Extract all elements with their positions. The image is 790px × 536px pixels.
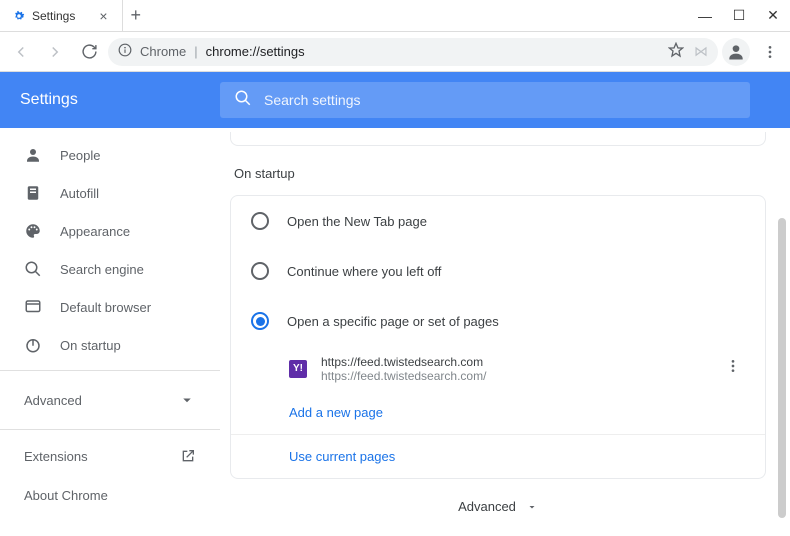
radio-icon — [251, 312, 269, 330]
search-input[interactable] — [264, 92, 736, 108]
address-bar[interactable]: Chrome | chrome://settings ⋈ — [108, 38, 718, 66]
sidebar-item-extensions[interactable]: Extensions — [0, 436, 220, 476]
add-page-link[interactable]: Add a new page — [231, 391, 765, 434]
page-title: Settings — [20, 91, 200, 109]
chevron-down-icon — [178, 391, 196, 409]
tab-title: Settings — [32, 9, 75, 23]
sidebar-divider — [0, 370, 220, 371]
url-text: chrome://settings — [206, 44, 305, 59]
sidebar-item-label: Appearance — [60, 224, 130, 239]
scrollbar-thumb[interactable] — [778, 218, 786, 518]
chrome-menu-button[interactable] — [756, 38, 784, 66]
forward-button[interactable] — [40, 37, 70, 67]
radio-specific-page[interactable]: Open a specific page or set of pages — [231, 296, 765, 346]
gear-icon — [12, 9, 26, 23]
site-info-icon[interactable] — [118, 43, 132, 60]
radio-label: Open a specific page or set of pages — [287, 314, 499, 329]
scrollbar[interactable] — [778, 128, 786, 536]
external-link-icon — [180, 448, 196, 464]
sidebar-item-search-engine[interactable]: Search engine — [0, 250, 220, 288]
radio-icon — [251, 262, 269, 280]
sidebar-item-label: Advanced — [24, 393, 82, 408]
sidebar-item-label: Autofill — [60, 186, 99, 201]
sidebar-advanced-toggle[interactable]: Advanced — [0, 377, 220, 423]
advanced-label: Advanced — [458, 499, 516, 514]
sidebar-item-label: On startup — [60, 338, 121, 353]
sidebar-item-label: Extensions — [24, 449, 88, 464]
star-icon[interactable] — [668, 42, 684, 61]
main-panel: On startup Open the New Tab page Continu… — [220, 128, 790, 536]
sidebar-divider — [0, 429, 220, 430]
browser-tab[interactable]: Settings × — [0, 0, 123, 32]
sidebar-item-about[interactable]: About Chrome — [0, 476, 220, 515]
butterfly-icon[interactable]: ⋈ — [694, 43, 708, 60]
sidebar-item-autofill[interactable]: Autofill — [0, 174, 220, 212]
maximize-button[interactable]: ☐ — [722, 1, 756, 31]
sidebar-item-label: Default browser — [60, 300, 151, 315]
radio-icon — [251, 212, 269, 230]
radio-label: Continue where you left off — [287, 264, 441, 279]
startup-page-row: Y! https://feed.twistedsearch.com https:… — [231, 346, 765, 391]
profile-button[interactable] — [722, 38, 750, 66]
sidebar-item-on-startup[interactable]: On startup — [0, 326, 220, 364]
section-title: On startup — [230, 166, 766, 181]
sidebar-item-people[interactable]: People — [0, 136, 220, 174]
page-title-line: https://feed.twistedsearch.com — [321, 355, 707, 369]
sidebar-item-label: About Chrome — [24, 488, 108, 503]
radio-label: Open the New Tab page — [287, 214, 427, 229]
sidebar: People Autofill Appearance Search engine… — [0, 128, 220, 536]
chevron-down-icon — [526, 501, 538, 513]
page-url-line: https://feed.twistedsearch.com/ — [321, 369, 707, 383]
back-button[interactable] — [6, 37, 36, 67]
sidebar-item-label: Search engine — [60, 262, 144, 277]
close-button[interactable]: ✕ — [756, 1, 790, 31]
tab-close-icon[interactable]: × — [95, 6, 111, 26]
search-icon — [234, 89, 252, 112]
new-tab-button[interactable]: + — [123, 5, 150, 26]
url-scheme: Chrome — [140, 44, 186, 59]
startup-card: Open the New Tab page Continue where you… — [230, 195, 766, 479]
search-settings-box[interactable] — [220, 82, 750, 118]
reload-button[interactable] — [74, 37, 104, 67]
advanced-toggle[interactable]: Advanced — [230, 479, 766, 514]
content: People Autofill Appearance Search engine… — [0, 128, 790, 536]
window-titlebar: Settings × + — ☐ ✕ — [0, 0, 790, 32]
page-favicon: Y! — [289, 360, 307, 378]
radio-new-tab[interactable]: Open the New Tab page — [231, 196, 765, 246]
radio-continue[interactable]: Continue where you left off — [231, 246, 765, 296]
use-current-pages-link[interactable]: Use current pages — [231, 434, 765, 478]
minimize-button[interactable]: — — [688, 1, 722, 31]
window-controls: — ☐ ✕ — [688, 1, 790, 31]
sidebar-item-default-browser[interactable]: Default browser — [0, 288, 220, 326]
sidebar-item-label: People — [60, 148, 100, 163]
sidebar-item-appearance[interactable]: Appearance — [0, 212, 220, 250]
url-divider: | — [194, 44, 197, 59]
page-more-button[interactable] — [721, 354, 745, 383]
settings-header: Settings — [0, 72, 790, 128]
browser-toolbar: Chrome | chrome://settings ⋈ — [0, 32, 790, 72]
